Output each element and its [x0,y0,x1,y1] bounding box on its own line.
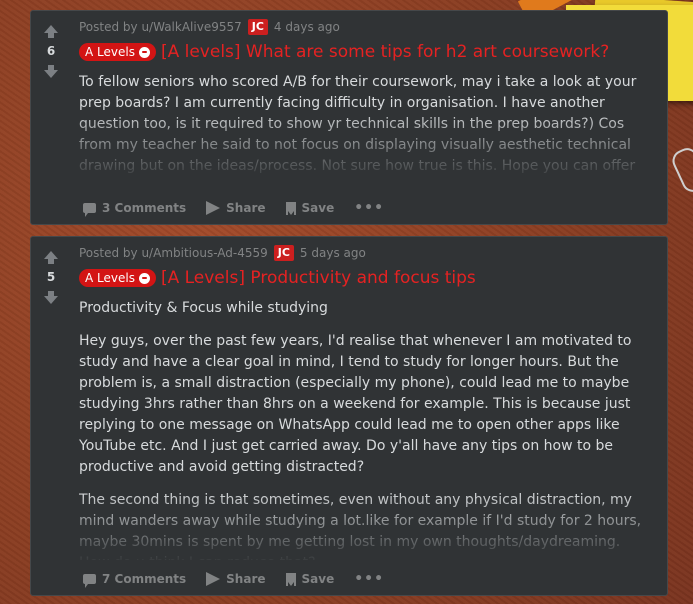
post-card[interactable]: 6 Posted by u/WalkAlive9557 JC 4 days ag… [30,10,668,225]
post-title[interactable]: [A levels] What are some tips for h2 art… [161,42,609,62]
comments-button[interactable]: 7 Comments [83,572,187,588]
share-label: Share [226,572,266,586]
post-meta: Posted by u/Ambitious-Ad-4559 JC 5 days … [79,245,653,261]
more-options-icon: ••• [354,200,385,216]
post-actions: 7 Comments Share Save ••• [83,571,384,588]
posted-by-link[interactable]: Posted by u/Ambitious-Ad-4559 [79,246,268,260]
save-label: Save [301,201,335,215]
post-content: Posted by u/WalkAlive9557 JC 4 days ago … [79,19,653,178]
more-options-button[interactable]: ••• [354,200,384,216]
post-title-row: A Levels [A Levels] Productivity and foc… [79,268,653,288]
share-icon [206,572,221,586]
bookmark-icon [285,572,296,586]
posted-by-link[interactable]: Posted by u/WalkAlive9557 [79,20,242,34]
post-card[interactable]: 5 Posted by u/Ambitious-Ad-4559 JC 5 day… [30,236,668,596]
post-paragraph: The second thing is that sometimes, even… [79,492,642,560]
post-body[interactable]: To fellow seniors who scored A/B for the… [79,72,653,178]
post-paragraph: To fellow seniors who scored A/B for the… [79,74,637,174]
comments-label: 7 Comments [102,572,187,586]
post-meta: Posted by u/WalkAlive9557 JC 4 days ago [79,19,653,35]
more-options-button[interactable]: ••• [354,571,384,587]
share-label: Share [226,201,266,215]
post-flair-label: A Levels [85,271,135,285]
post-flair[interactable]: A Levels [79,269,156,287]
save-button[interactable]: Save [285,201,335,215]
upvote-icon[interactable] [44,25,58,38]
post-paragraph: Productivity & Focus while studying [79,300,328,316]
post-time[interactable]: 5 days ago [300,246,366,260]
post-flair-label: A Levels [85,45,135,59]
downvote-icon[interactable] [44,291,58,304]
comments-label: 3 Comments [102,201,187,215]
comment-icon [83,574,96,588]
comments-button[interactable]: 3 Comments [83,201,187,217]
vote-score: 5 [46,270,56,284]
snoo-icon [138,272,150,284]
post-content: Posted by u/Ambitious-Ad-4559 JC 5 days … [79,245,653,560]
comment-icon [83,203,96,217]
vote-score: 6 [46,44,56,58]
downvote-icon[interactable] [44,65,58,78]
share-button[interactable]: Share [206,572,266,586]
vote-column: 5 [31,237,71,595]
save-button[interactable]: Save [285,572,335,586]
user-flair-badge: JC [247,19,268,35]
post-title[interactable]: [A Levels] Productivity and focus tips [161,268,476,288]
post-actions: 3 Comments Share Save ••• [83,200,384,217]
post-time[interactable]: 4 days ago [274,20,340,34]
paperclip-icon [668,144,693,196]
share-icon [206,201,221,215]
snoo-icon [138,46,150,58]
user-flair-badge: JC [273,245,294,261]
vote-column: 6 [31,11,71,224]
upvote-icon[interactable] [44,251,58,264]
more-options-icon: ••• [354,571,385,587]
post-flair[interactable]: A Levels [79,43,156,61]
post-body[interactable]: Productivity & Focus while studying Hey … [79,298,653,560]
save-label: Save [301,572,335,586]
post-title-row: A Levels [A levels] What are some tips f… [79,42,653,62]
bookmark-icon [285,201,296,215]
share-button[interactable]: Share [206,201,266,215]
post-paragraph: Hey guys, over the past few years, I'd r… [79,333,632,475]
